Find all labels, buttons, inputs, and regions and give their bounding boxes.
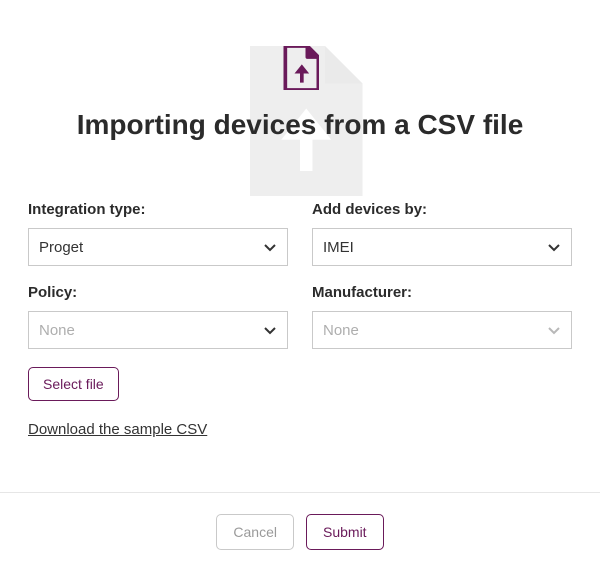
chevron-down-icon bbox=[261, 321, 279, 339]
label-policy: Policy: bbox=[28, 284, 288, 301]
page-title: Importing devices from a CSV file bbox=[28, 109, 572, 141]
dialog-header: Importing devices from a CSV file bbox=[28, 28, 572, 177]
select-add-devices-by[interactable]: IMEI bbox=[312, 228, 572, 266]
download-sample-link[interactable]: Download the sample CSV bbox=[28, 421, 207, 438]
dialog-footer: Cancel Submit bbox=[0, 492, 600, 570]
dialog-body: Importing devices from a CSV file Integr… bbox=[0, 0, 600, 439]
chevron-down-icon bbox=[261, 238, 279, 256]
label-manufacturer: Manufacturer: bbox=[312, 284, 572, 301]
field-add-devices-by: Add devices by: IMEI bbox=[312, 201, 572, 266]
select-value-policy: None bbox=[39, 322, 75, 339]
cancel-button[interactable]: Cancel bbox=[216, 514, 294, 550]
select-policy[interactable]: None bbox=[28, 311, 288, 349]
label-integration-type: Integration type: bbox=[28, 201, 288, 218]
select-file-button[interactable]: Select file bbox=[28, 367, 119, 401]
form-grid: Integration type: Proget Add devices by:… bbox=[28, 201, 572, 349]
field-policy: Policy: None bbox=[28, 284, 288, 349]
select-value-integration-type: Proget bbox=[39, 239, 83, 256]
select-value-add-devices-by: IMEI bbox=[323, 239, 354, 256]
chevron-down-icon bbox=[545, 238, 563, 256]
select-value-manufacturer: None bbox=[323, 322, 359, 339]
file-upload-icon bbox=[281, 46, 319, 95]
select-integration-type[interactable]: Proget bbox=[28, 228, 288, 266]
chevron-down-icon bbox=[545, 321, 563, 339]
select-manufacturer: None bbox=[312, 311, 572, 349]
field-integration-type: Integration type: Proget bbox=[28, 201, 288, 266]
field-manufacturer: Manufacturer: None bbox=[312, 284, 572, 349]
below-form: Select file Download the sample CSV bbox=[28, 367, 572, 439]
submit-button[interactable]: Submit bbox=[306, 514, 384, 550]
label-add-devices-by: Add devices by: bbox=[312, 201, 572, 218]
